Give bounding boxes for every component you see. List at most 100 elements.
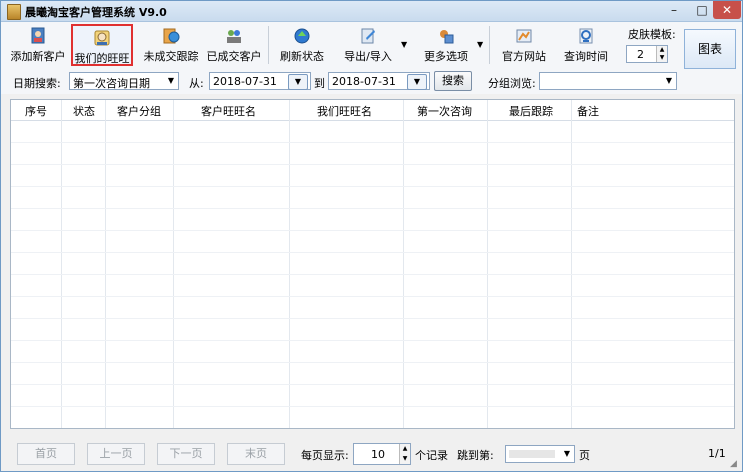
column-header-group[interactable]: 客户分组 — [117, 103, 161, 119]
chevron-down-icon: ▼ — [563, 449, 571, 458]
from-date-picker[interactable]: 2018-07-31 ▼ — [209, 72, 311, 90]
app-window: 晨曦淘宝客户管理系统 V9.0 – □ ✕ 添加新客户 我们的旺旺 未成交跟踪 … — [0, 0, 743, 472]
official-website-label: 官方网站 — [502, 50, 546, 63]
track-unclosed-button[interactable]: 未成交跟踪 — [141, 24, 201, 66]
to-date-picker[interactable]: 2018-07-31 ▼ — [328, 72, 430, 90]
per-page-stepper[interactable]: 10 ▲ ▼ — [353, 443, 411, 465]
row-divider — [11, 142, 734, 143]
more-options-label: 更多选项 — [424, 50, 468, 63]
track-unclosed-label: 未成交跟踪 — [143, 50, 199, 63]
column-header-index[interactable]: 序号 — [25, 103, 47, 119]
column-header-last-track[interactable]: 最后跟踪 — [509, 103, 553, 119]
closed-customers-button[interactable]: 已成交客户 — [205, 24, 263, 66]
row-divider — [11, 340, 734, 341]
official-website-button[interactable]: 官方网站 — [498, 24, 550, 66]
closed-customers-label: 已成交客户 — [206, 50, 262, 63]
resize-grip-icon[interactable]: ◢ — [730, 459, 740, 469]
window-title: 晨曦淘宝客户管理系统 V9.0 — [25, 6, 167, 19]
next-page-button[interactable]: 下一页 — [157, 443, 215, 465]
records-label: 个记录 — [415, 449, 448, 462]
app-icon — [7, 4, 21, 20]
track-icon — [163, 28, 180, 44]
date-search-label: 日期搜索: — [13, 77, 61, 90]
export-dropdown-arrow-icon[interactable]: ▼ — [401, 40, 407, 49]
add-customer-button[interactable]: 添加新客户 — [9, 24, 67, 66]
per-page-label: 每页显示: — [301, 449, 349, 462]
refresh-status-label: 刷新状态 — [280, 50, 324, 63]
toolbar: 添加新客户 我们的旺旺 未成交跟踪 已成交客户 刷新状态 导出/导入 ▼ 更多选… — [1, 22, 742, 70]
column-divider — [61, 100, 62, 428]
column-divider — [173, 100, 174, 428]
column-header-first-consult[interactable]: 第一次咨询 — [417, 103, 472, 119]
column-header-customer-wangwang[interactable]: 客户旺旺名 — [201, 103, 256, 119]
customer-table[interactable]: 序号 状态 客户分组 客户旺旺名 我们旺旺名 第一次咨询 最后跟踪 备注 — [10, 99, 735, 429]
group-browse-select[interactable]: ▼ — [539, 72, 677, 90]
add-customer-icon — [31, 27, 45, 44]
search-button[interactable]: 搜索 — [434, 71, 472, 91]
query-time-label: 查询时间 — [564, 50, 608, 63]
stepper-arrows-icon[interactable]: ▲ ▼ — [656, 46, 667, 62]
date-type-value: 第一次咨询日期 — [73, 77, 150, 90]
title-bar: 晨曦淘宝客户管理系统 V9.0 – □ ✕ — [1, 1, 742, 22]
calendar-dropdown-icon[interactable]: ▼ — [407, 74, 427, 90]
table-header: 序号 状态 客户分组 客户旺旺名 我们旺旺名 第一次咨询 最后跟踪 备注 — [11, 100, 734, 121]
wangwang-icon — [94, 30, 110, 46]
column-divider — [403, 100, 404, 428]
refresh-status-button[interactable]: 刷新状态 — [277, 24, 327, 66]
row-divider — [11, 318, 734, 319]
column-header-our-wangwang[interactable]: 我们旺旺名 — [317, 103, 372, 119]
column-header-status[interactable]: 状态 — [73, 103, 95, 119]
export-import-label: 导出/导入 — [344, 50, 392, 63]
row-divider — [11, 296, 734, 297]
more-options-icon — [440, 30, 454, 44]
calendar-dropdown-icon[interactable]: ▼ — [288, 74, 308, 90]
stepper-arrows-icon[interactable]: ▲ ▼ — [399, 444, 410, 464]
row-divider — [11, 406, 734, 407]
to-date-value: 2018-07-31 — [332, 75, 396, 88]
jump-page-select[interactable]: ▼ — [505, 445, 575, 463]
to-label: 到 — [314, 77, 325, 90]
query-time-button[interactable]: 查询时间 — [561, 24, 611, 66]
chart-button[interactable]: 图表 — [684, 29, 736, 69]
from-label: 从: — [189, 77, 204, 90]
first-page-button[interactable]: 首页 — [17, 443, 75, 465]
row-divider — [11, 208, 734, 209]
refresh-icon — [294, 28, 310, 44]
per-page-value: 10 — [371, 448, 385, 461]
column-header-notes[interactable]: 备注 — [577, 103, 599, 119]
chevron-down-icon: ▼ — [167, 76, 175, 85]
page-info: 1/1 — [708, 447, 726, 460]
column-divider — [487, 100, 488, 428]
row-divider — [11, 362, 734, 363]
maximize-button[interactable]: □ — [689, 1, 715, 19]
row-divider — [11, 164, 734, 165]
row-divider — [11, 230, 734, 231]
skin-template-stepper[interactable]: 2 ▲ ▼ — [626, 45, 668, 63]
deal-customers-icon — [227, 30, 241, 43]
our-wangwang-label: 我们的旺旺 — [74, 52, 130, 65]
jump-to-label: 跳到第: — [457, 449, 494, 462]
toolbar-divider — [489, 26, 490, 64]
column-divider — [105, 100, 106, 428]
export-import-icon — [361, 28, 375, 44]
close-button[interactable]: ✕ — [713, 1, 741, 19]
export-import-button[interactable]: 导出/导入 — [341, 24, 395, 66]
query-time-icon — [579, 28, 593, 44]
pagination-bar: 首页 上一页 下一页 末页 每页显示: 10 ▲ ▼ 个记录 跳到第: ▼ 页 1… — [1, 439, 742, 471]
our-wangwang-button[interactable]: 我们的旺旺 — [71, 24, 133, 66]
prev-page-button[interactable]: 上一页 — [87, 443, 145, 465]
minimize-button[interactable]: – — [661, 1, 687, 19]
more-options-button[interactable]: 更多选项 — [421, 24, 471, 66]
from-date-value: 2018-07-31 — [213, 75, 277, 88]
row-divider — [11, 186, 734, 187]
row-divider — [11, 384, 734, 385]
column-divider — [571, 100, 572, 428]
add-customer-label: 添加新客户 — [10, 50, 66, 63]
toolbar-divider — [268, 26, 269, 64]
date-type-select[interactable]: 第一次咨询日期 ▼ — [69, 72, 179, 90]
last-page-button[interactable]: 末页 — [227, 443, 285, 465]
row-divider — [11, 274, 734, 275]
group-browse-label: 分组浏览: — [488, 77, 536, 90]
more-dropdown-arrow-icon[interactable]: ▼ — [477, 40, 483, 49]
website-icon — [516, 29, 532, 43]
